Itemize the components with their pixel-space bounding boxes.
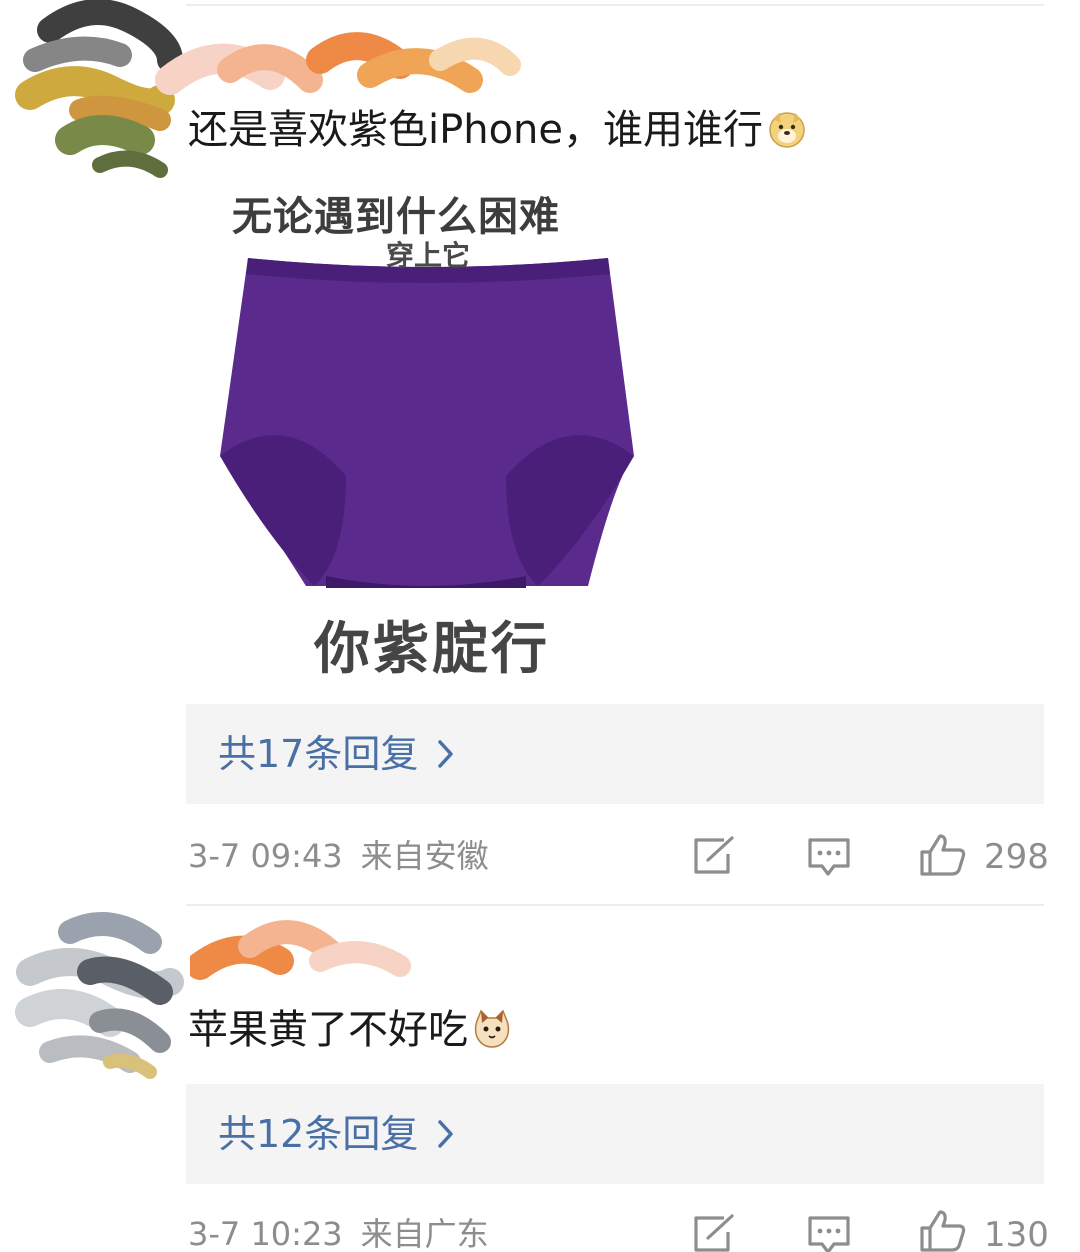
divider (186, 4, 1044, 6)
meme-sub-text: 穿上它 (386, 239, 471, 272)
thumbs-up-icon (920, 1210, 966, 1252)
view-replies-button[interactable]: 共17条回复 (186, 704, 1044, 804)
comment-text: 还是喜欢紫色iPhone，谁用谁行 (188, 106, 807, 154)
comment-icon (808, 838, 850, 876)
like-count: 298 (984, 837, 1049, 877)
view-replies-button[interactable]: 共12条回复 (186, 1084, 1044, 1184)
comment-image[interactable]: 无论遇到什么困难 穿上它 你紫腚行 (196, 176, 656, 682)
chevron-right-icon (436, 1116, 456, 1156)
location: 来自安徽 (360, 837, 489, 875)
repost-icon (694, 1214, 734, 1252)
username[interactable] (186, 906, 430, 1000)
comment-text-content: 苹果黄了不好吃 (188, 1007, 468, 1053)
replies-count-label: 共17条回复 (218, 732, 419, 776)
cat-emoji-icon (472, 1009, 512, 1049)
like-button[interactable] (918, 832, 968, 882)
location: 来自广东 (360, 1215, 489, 1252)
comment-meta: 3-7 09:43 来自安徽 (188, 836, 489, 876)
repost-icon (694, 836, 734, 874)
repost-button[interactable] (692, 1214, 736, 1252)
avatar[interactable] (10, 912, 184, 1079)
like-count: 130 (984, 1215, 1049, 1252)
repost-button[interactable] (692, 836, 736, 880)
comment-icon (808, 1216, 850, 1252)
comment-item: 苹果黄了不好吃 共12条回复 3-7 10:23 来自广东 130 (0, 906, 1080, 1252)
timestamp: 3-7 10:23 (188, 1215, 343, 1252)
comment-text-content: 还是喜欢紫色iPhone，谁用谁行 (188, 107, 764, 153)
reply-button[interactable] (806, 1214, 852, 1252)
meme-bottom-text: 你紫腚行 (314, 617, 550, 682)
timestamp: 3-7 09:43 (188, 837, 343, 875)
replies-count-label: 共12条回复 (218, 1112, 419, 1156)
thumbs-up-icon (920, 834, 966, 876)
doge-emoji-icon (767, 109, 807, 149)
comment-meta: 3-7 10:23 来自广东 (188, 1214, 489, 1252)
chevron-right-icon (436, 736, 456, 776)
comment-text: 苹果黄了不好吃 (188, 1006, 512, 1054)
like-button[interactable] (918, 1208, 968, 1252)
reply-button[interactable] (806, 836, 852, 882)
avatar[interactable] (10, 0, 183, 178)
comment-item: 还是喜欢紫色iPhone，谁用谁行 无论遇到什么困难 穿上它 你紫腚行 共17条 (0, 0, 1080, 906)
